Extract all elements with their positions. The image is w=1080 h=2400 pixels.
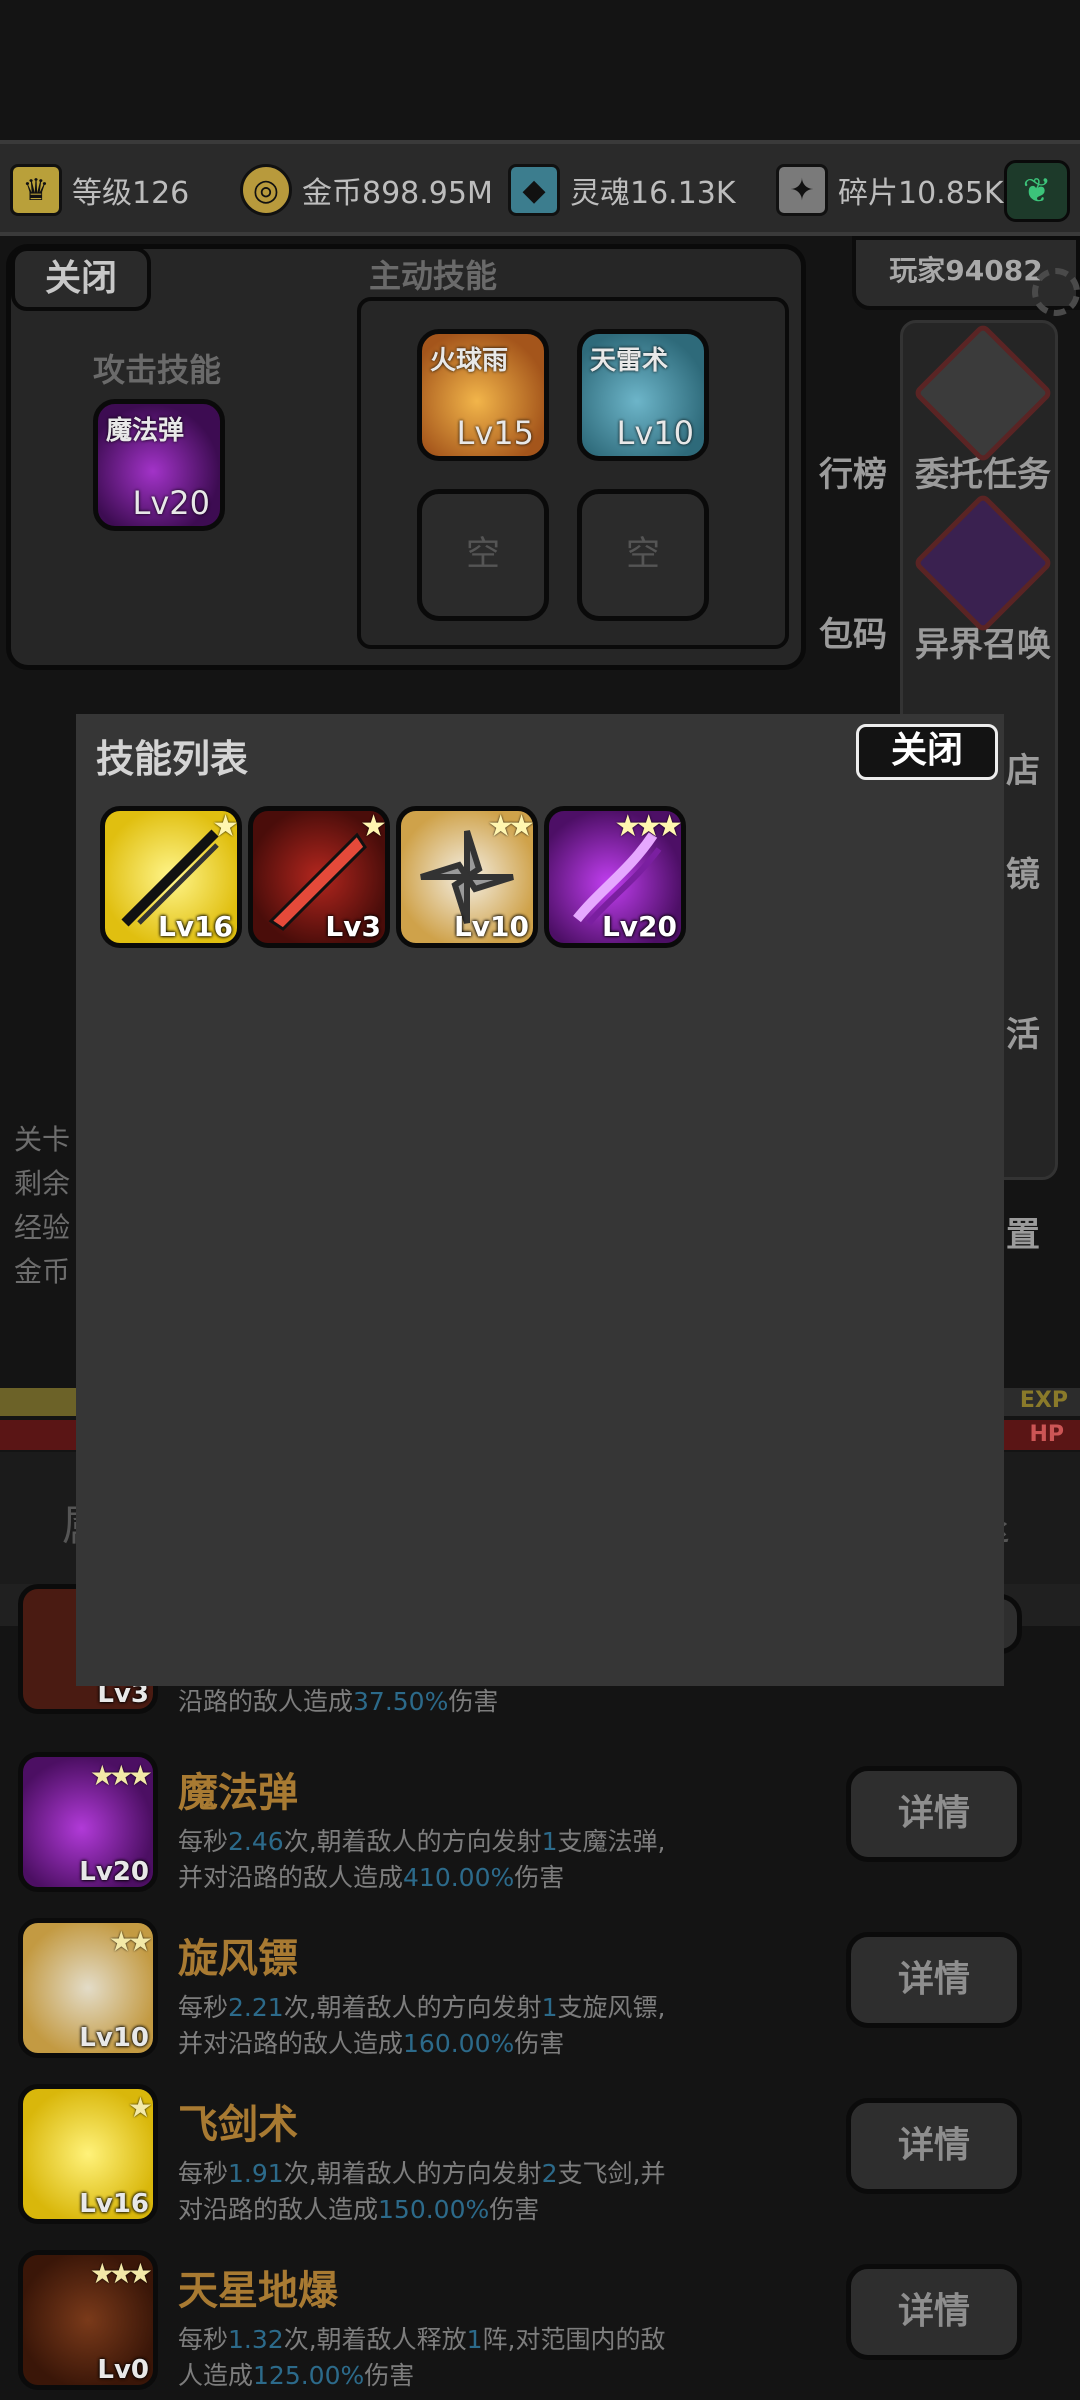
skill-row-flying-sword: ★ Lv16 飞剑术 每秒1.91次,朝着敌人的方向发射2支飞剑,并 对沿路的敌…	[18, 2084, 1062, 2234]
coin-icon: ◎	[240, 164, 292, 216]
modal-title: 技能列表	[96, 737, 249, 781]
skill-description: 每秒2.21次,朝着敌人的方向发射1支旋风镖, 并对沿路的敌人造成160.00%…	[178, 1993, 666, 2058]
equipped-skills-panel: 关闭 攻击技能 主动技能 魔法弹 Lv20 火球雨 Lv15 天雷术 Lv10 …	[6, 244, 806, 670]
fragment-label: 碎片10.85K	[838, 176, 1004, 211]
exp-label: EXP	[1019, 1388, 1068, 1413]
skill-level: Lv16	[79, 2189, 149, 2219]
active-skill-slot-empty[interactable]: 空	[417, 489, 549, 621]
star-rating: ★★	[487, 809, 533, 844]
slot-skill-level: Lv10	[616, 414, 694, 452]
hp-label: HP	[1029, 1422, 1064, 1447]
stat-label: 经验	[14, 1211, 71, 1244]
skill-name: 旋风镖	[178, 1936, 298, 1982]
soul-label: 灵魂16.13K	[570, 176, 736, 211]
skill-row-whirlwind-dart: ★★ Lv10 旋风镖 每秒2.21次,朝着敌人的方向发射1支旋风镖, 并对沿路…	[18, 1918, 1062, 2068]
skill-description: 每秒1.32次,朝着敌人释放1阵,对范围内的敌 人造成125.00%伤害	[178, 2325, 666, 2390]
slot-skill-name: 火球雨	[430, 346, 509, 376]
magic-bolt-icon: ★★★ Lv20	[18, 1752, 158, 1892]
flying-sword-icon: ★ Lv16	[18, 2084, 158, 2224]
side-item-summon[interactable]: 异界召唤	[903, 492, 1063, 666]
gear-icon[interactable]	[1032, 268, 1080, 316]
empty-slot-label: 空	[466, 534, 500, 574]
star-rating: ★★★	[89, 1759, 153, 1792]
skill-list-modal: 技能列表 关闭 ★ Lv16 ★ Lv3 ★★ Lv10 ★★★ Lv20	[76, 714, 1004, 1686]
skill-level: Lv20	[601, 910, 677, 943]
attack-skill-title: 攻击技能	[93, 351, 222, 389]
flying-sword-icon[interactable]: ★ Lv16	[100, 806, 242, 948]
skill-name: 魔法弹	[178, 1770, 298, 1816]
star-blast-icon: ★★★ Lv0	[18, 2250, 158, 2390]
slot-skill-name: 魔法弹	[106, 416, 185, 446]
stage-stats: 关卡 剩余 经验 金币	[14, 1118, 70, 1294]
active-skill-slot-empty[interactable]: 空	[577, 489, 709, 621]
active-skill-slot-thunder[interactable]: 天雷术 Lv10	[577, 329, 709, 461]
soul-drop-icon: ◆	[508, 164, 560, 216]
exp-bar-fill	[0, 1388, 76, 1416]
detail-button[interactable]: 详情	[846, 1766, 1022, 1862]
slot-skill-level: Lv20	[132, 484, 210, 522]
close-button[interactable]: 关闭	[856, 724, 998, 780]
skill-name: 天星地爆	[178, 2268, 338, 2314]
level-resource: ♛ 等级126	[10, 162, 189, 218]
empty-slot-label: 空	[626, 534, 660, 574]
detail-button[interactable]: 详情	[846, 2264, 1022, 2360]
red-arrow-icon[interactable]: ★ Lv3	[248, 806, 390, 948]
star-rating: ★	[127, 2091, 153, 2124]
attack-skill-slot[interactable]: 魔法弹 Lv20	[93, 399, 225, 531]
stat-label: 金币	[14, 1255, 71, 1288]
skill-row-star-blast: ★★★ Lv0 天星地爆 每秒1.32次,朝着敌人释放1阵,对范围内的敌 人造成…	[18, 2250, 1062, 2400]
star-rating: ★	[360, 809, 385, 844]
skill-name: 飞剑术	[178, 2102, 298, 2148]
leaf-icon[interactable]: ❦	[1004, 160, 1070, 222]
skill-level: Lv3	[325, 910, 381, 943]
detail-button[interactable]: 详情	[846, 2098, 1022, 2194]
stat-label: 关卡	[14, 1123, 71, 1156]
slot-skill-level: Lv15	[456, 414, 534, 452]
star-rating: ★★★	[614, 809, 681, 844]
skill-description: 每秒2.46次,朝着敌人的方向发射1支魔法弹, 并对沿路的敌人造成410.00%…	[178, 1827, 666, 1892]
resource-bar: ♛ 等级126 ◎ 金币898.95M ◆ 灵魂16.13K ✦ 碎片10.85…	[0, 140, 1080, 236]
star-rating: ★★★	[89, 2257, 153, 2290]
shard-icon: ✦	[776, 164, 828, 216]
whirlwind-dart-icon: ★★ Lv10	[18, 1918, 158, 2058]
portal-icon	[912, 492, 1054, 634]
star-rating: ★★	[108, 1925, 153, 1958]
active-skill-slot-fireball[interactable]: 火球雨 Lv15	[417, 329, 549, 461]
gold-label: 金币898.95M	[302, 176, 493, 211]
skill-level: Lv16	[157, 910, 233, 943]
slot-skill-name: 天雷术	[590, 346, 669, 376]
side-item-commission[interactable]: 委托任务	[903, 322, 1063, 496]
skill-level: Lv0	[97, 2355, 149, 2385]
close-button[interactable]: 关闭	[11, 247, 151, 311]
soul-resource: ◆ 灵魂16.13K	[508, 162, 736, 218]
skill-level: Lv20	[79, 1857, 149, 1887]
skill-level: Lv10	[453, 910, 529, 943]
level-label: 等级126	[72, 176, 190, 211]
skill-row-magic-bolt: ★★★ Lv20 魔法弹 每秒2.46次,朝着敌人的方向发射1支魔法弹, 并对沿…	[18, 1752, 1062, 1902]
detail-button[interactable]: 详情	[846, 1932, 1022, 2028]
skill-description: 每秒1.91次,朝着敌人的方向发射2支飞剑,并 对沿路的敌人造成150.00%伤…	[178, 2159, 666, 2224]
skill-level: Lv10	[79, 2023, 149, 2053]
gold-resource: ◎ 金币898.95M	[240, 162, 493, 218]
fragment-resource: ✦ 碎片10.85K	[776, 162, 1004, 218]
crown-icon: ♛	[10, 164, 62, 216]
stat-label: 剩余	[14, 1167, 71, 1200]
scroll-icon	[912, 322, 1054, 464]
skill-description: 沿路的敌人造成37.50%伤害	[178, 1687, 499, 1716]
active-skill-title: 主动技能	[369, 257, 498, 295]
whirlwind-dart-icon[interactable]: ★★ Lv10	[396, 806, 538, 948]
magic-bolt-icon[interactable]: ★★★ Lv20	[544, 806, 686, 948]
star-rating: ★	[212, 809, 237, 844]
